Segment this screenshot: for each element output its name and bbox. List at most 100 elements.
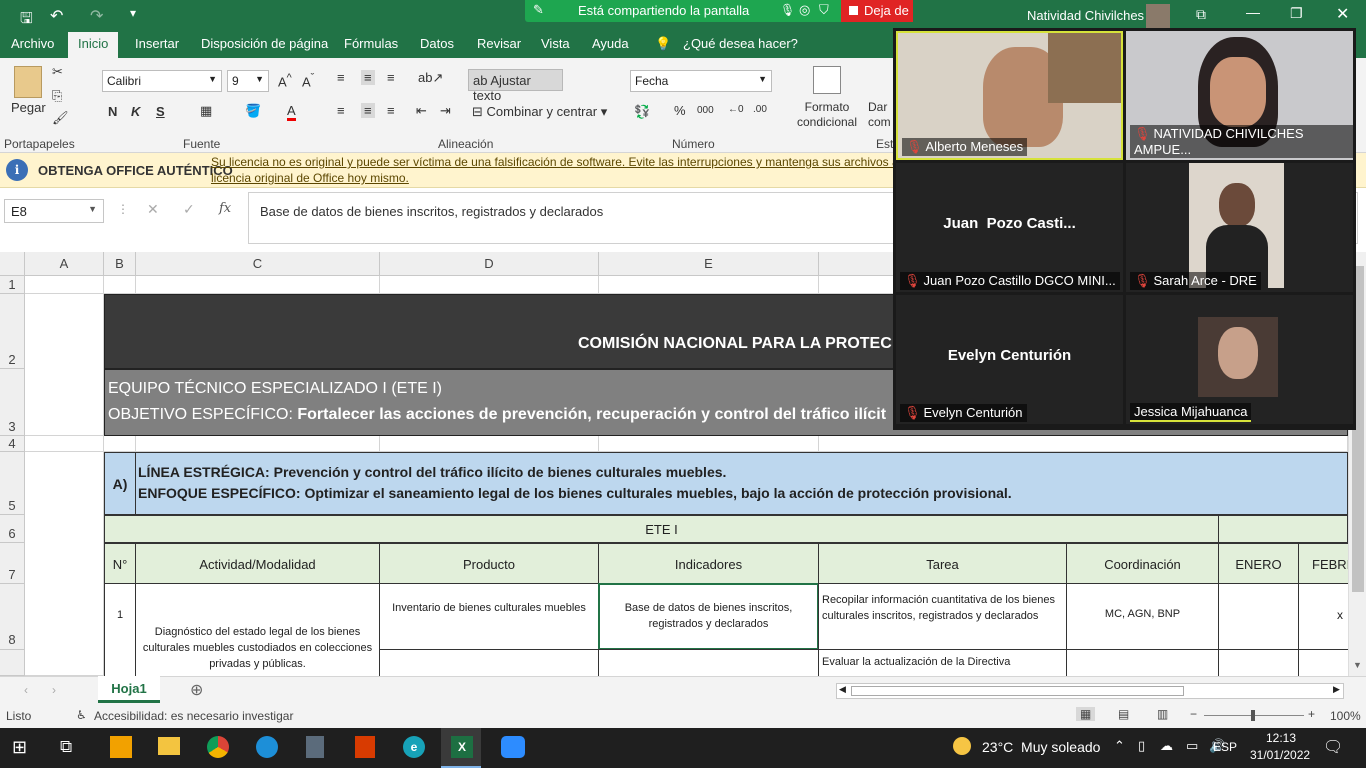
row-header-8[interactable]: 8 — [0, 584, 25, 650]
tab-insertar[interactable]: Insertar — [135, 36, 179, 51]
accessibility-status[interactable]: Accesibilidad: es necesario investigar — [94, 709, 293, 723]
header-january[interactable]: ENERO — [1218, 543, 1299, 584]
participant-tile-sarah[interactable]: 🎙 Sarah Arce - DRE — [1126, 163, 1353, 292]
weather-text[interactable]: 23°C Muy soleado — [982, 739, 1100, 755]
column-header-c[interactable]: C — [136, 252, 380, 276]
tab-ayuda[interactable]: Ayuda — [592, 36, 629, 51]
zoom-slider-thumb[interactable] — [1251, 710, 1255, 721]
number-format-select[interactable]: Fecha ▼ — [630, 70, 772, 92]
participant-tile-juan[interactable]: Juan Pozo Casti... 🎙 Juan Pozo Castillo D… — [896, 163, 1123, 292]
row2-product[interactable] — [379, 649, 599, 676]
column-header-e[interactable]: E — [599, 252, 819, 276]
percent-icon[interactable]: % — [674, 103, 686, 118]
conditional-format-icon[interactable] — [813, 66, 841, 94]
row-header-5[interactable]: 5 — [0, 452, 25, 515]
stop-share-button[interactable]: Deja de — [841, 0, 913, 22]
conditional-format-button[interactable]: Formato condicional — [790, 100, 864, 130]
row1-number[interactable]: 1 — [104, 583, 136, 676]
font-size-select[interactable]: 9 ▼ — [227, 70, 269, 92]
tab-datos[interactable]: Datos — [420, 36, 454, 51]
tab-revisar[interactable]: Revisar — [477, 36, 521, 51]
clock-time[interactable]: 12:13 — [1266, 731, 1296, 745]
record-icon[interactable]: ◎ — [799, 2, 810, 18]
row1-task[interactable]: Recopilar información cuantitativa de lo… — [818, 583, 1067, 650]
zoom-icon[interactable] — [501, 736, 525, 758]
header-coordination[interactable]: Coordinación — [1066, 543, 1219, 584]
task-view-icon[interactable]: ⧉ — [60, 737, 72, 757]
undo-icon[interactable]: ↶ — [50, 6, 63, 26]
tell-me-search[interactable]: ¿Qué desea hacer? — [683, 36, 798, 51]
row2-coordination[interactable] — [1066, 649, 1219, 676]
header-indicators[interactable]: Indicadores — [598, 543, 819, 584]
fill-color-icon[interactable]: 🪣 — [245, 103, 261, 119]
cell-a1[interactable] — [25, 276, 104, 294]
row-header-4[interactable]: 4 — [0, 436, 25, 452]
align-top-icon[interactable]: ≡ — [337, 70, 345, 85]
tab-archivo[interactable]: Archivo — [11, 36, 54, 51]
row1-coordination[interactable]: MC, AGN, BNP — [1066, 583, 1219, 650]
header-activity[interactable]: Actividad/Modalidad — [135, 543, 380, 584]
align-middle-icon[interactable]: ≡ — [361, 70, 375, 85]
close-icon[interactable]: ✕ — [1336, 4, 1349, 24]
orientation-icon[interactable]: ab↗ — [418, 70, 443, 86]
office-icon[interactable] — [355, 736, 375, 758]
align-left-icon[interactable]: ≡ — [337, 103, 345, 118]
format-painter-icon[interactable]: 🖌 — [52, 110, 69, 126]
file-explorer-icon[interactable] — [158, 737, 180, 755]
cut-icon[interactable]: ✂ — [52, 64, 63, 80]
row2-indicator[interactable] — [598, 649, 819, 676]
borders-icon[interactable]: ▦ — [200, 103, 212, 119]
row1-product[interactable]: Inventario de bienes culturales muebles — [379, 583, 599, 650]
copy-icon[interactable]: ⎘ — [52, 88, 62, 104]
cell-a2-a3[interactable] — [25, 294, 104, 436]
windows-start-icon[interactable]: ⊞ — [12, 737, 27, 758]
minimize-icon[interactable]: — — [1246, 4, 1260, 20]
page-break-icon[interactable]: ▥ — [1157, 707, 1168, 721]
select-all-corner[interactable] — [0, 252, 25, 276]
horizontal-scrollbar[interactable]: ◀ ▶ — [836, 683, 1344, 699]
ete-months-header[interactable] — [1219, 515, 1348, 543]
onedrive-icon[interactable]: ☁ — [1160, 738, 1173, 754]
cell-d1[interactable] — [380, 276, 599, 294]
redo-icon[interactable]: ↷ — [90, 6, 103, 26]
next-sheet-icon[interactable]: › — [52, 683, 56, 697]
chrome-icon[interactable] — [207, 736, 229, 758]
decrease-indent-icon[interactable]: ⇤ — [416, 103, 427, 119]
paste-icon[interactable] — [14, 66, 42, 98]
calculator-icon[interactable] — [306, 736, 324, 758]
cell-b1[interactable] — [104, 276, 136, 294]
shield-icon[interactable]: ⛉ — [819, 2, 829, 18]
header-february[interactable]: FEBRI — [1298, 543, 1348, 584]
participant-tile-alberto[interactable]: 🎙 Alberto Meneses — [896, 31, 1123, 160]
clock-date[interactable]: 31/01/2022 — [1250, 748, 1310, 762]
prev-sheet-icon[interactable]: ‹ — [24, 683, 28, 697]
row-header-1[interactable]: 1 — [0, 276, 25, 294]
enter-icon[interactable]: ✓ — [183, 201, 195, 218]
font-grow-icon[interactable]: A^ — [278, 72, 292, 89]
ete-header[interactable]: ETE I — [104, 515, 1219, 543]
tab-inicio[interactable]: Inicio — [68, 32, 119, 58]
save-icon[interactable]: 🖫 — [20, 8, 33, 33]
tab-disposicion[interactable]: Disposición de página — [201, 36, 328, 51]
zoom-out-icon[interactable]: − — [1190, 707, 1197, 721]
row2-task[interactable]: Evaluar la actualización de la Directiva — [818, 649, 1067, 676]
font-name-select[interactable]: Calibri ▼ — [102, 70, 222, 92]
currency-icon[interactable]: 💱 — [634, 104, 650, 120]
cell-d4[interactable] — [380, 436, 599, 452]
page-layout-icon[interactable]: ▤ — [1118, 707, 1129, 721]
network-icon[interactable]: ▭ — [1186, 738, 1198, 754]
row1-january[interactable] — [1218, 583, 1299, 650]
horizontal-scroll-thumb[interactable] — [851, 686, 1184, 696]
header-number[interactable]: N° — [104, 543, 136, 584]
row-header-9[interactable] — [0, 650, 25, 676]
cell-e1[interactable] — [599, 276, 819, 294]
edu-app-icon[interactable]: e — [403, 736, 425, 758]
row-header-6[interactable]: 6 — [0, 515, 25, 543]
align-bottom-icon[interactable]: ≡ — [387, 70, 395, 85]
underline-button[interactable]: S — [156, 104, 165, 119]
avatar[interactable] — [1146, 4, 1170, 28]
cell-b4[interactable] — [104, 436, 136, 452]
decrease-decimal-icon[interactable]: .00 — [753, 104, 767, 115]
align-center-icon[interactable]: ≡ — [361, 103, 375, 118]
license-link-1[interactable]: Su licencia no es original y puede ser v… — [211, 155, 899, 169]
